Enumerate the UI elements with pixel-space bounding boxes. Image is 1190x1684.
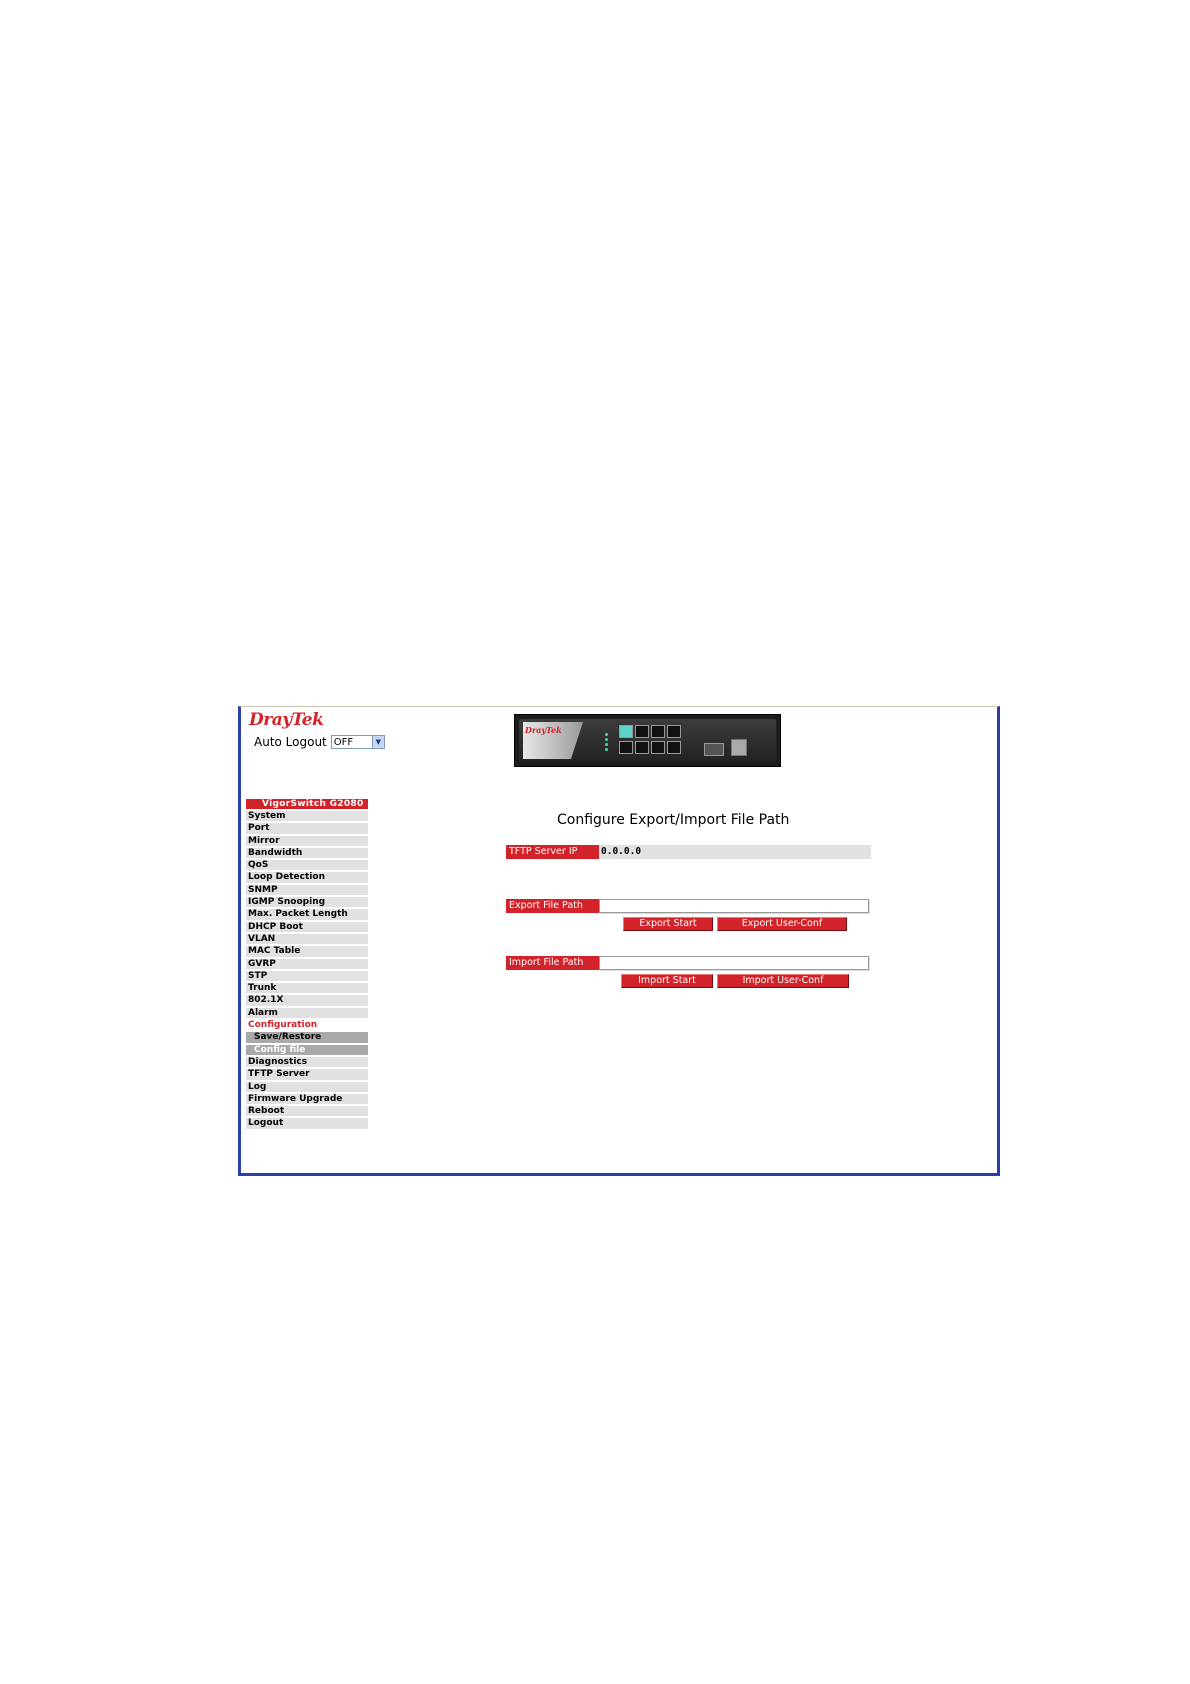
led-icon bbox=[605, 743, 608, 746]
export-file-path-input[interactable] bbox=[599, 899, 869, 913]
sidebar-item-alarm[interactable]: Alarm bbox=[246, 1007, 368, 1019]
sidebar-item-bandwidth[interactable]: Bandwidth bbox=[246, 847, 368, 859]
sidebar-item-trunk[interactable]: Trunk bbox=[246, 983, 368, 994]
export-user-conf-button[interactable]: Export User-Conf bbox=[717, 917, 847, 931]
sidebar-item-mac-table[interactable]: MAC Table bbox=[246, 946, 368, 957]
sidebar-item-snmp[interactable]: SNMP bbox=[246, 884, 368, 896]
sfp-port-icon bbox=[704, 743, 724, 756]
led-icon bbox=[605, 738, 608, 741]
import-user-conf-button[interactable]: Import User-Conf bbox=[717, 974, 849, 988]
sidebar-item-diagnostics[interactable]: Diagnostics bbox=[246, 1056, 368, 1068]
sidebar-subitem-save-restore[interactable]: Save/Restore bbox=[246, 1032, 368, 1043]
ethernet-port-icon bbox=[651, 741, 665, 754]
ethernet-port-icon bbox=[667, 741, 681, 754]
auto-logout-row: Auto Logout OFF ▼ bbox=[254, 735, 385, 749]
sidebar-title[interactable]: VigorSwitch G2080 bbox=[246, 799, 368, 809]
sidebar-item-tftp-server[interactable]: TFTP Server bbox=[246, 1069, 368, 1080]
export-start-button[interactable]: Export Start bbox=[623, 917, 713, 931]
tftp-server-ip-label: TFTP Server IP bbox=[506, 845, 599, 859]
device-brand-label: DrayTek bbox=[525, 725, 562, 735]
import-file-path-input[interactable] bbox=[599, 956, 869, 970]
sidebar-item-configuration[interactable]: Configuration bbox=[246, 1020, 368, 1031]
auto-logout-label: Auto Logout bbox=[254, 735, 327, 749]
device-face: DrayTek bbox=[519, 719, 776, 762]
sidebar-menu: VigorSwitch G2080 System Port Mirror Ban… bbox=[246, 799, 368, 1131]
sidebar-item-gvrp[interactable]: GVRP bbox=[246, 958, 368, 969]
sidebar-item-port[interactable]: Port bbox=[246, 823, 368, 834]
sidebar-item-firmware-upgrade[interactable]: Firmware Upgrade bbox=[246, 1093, 368, 1105]
sidebar-subitem-config-file[interactable]: Config file bbox=[246, 1044, 368, 1055]
browser-frame: DrayTek Auto Logout OFF ▼ DrayTek VigorS… bbox=[238, 706, 1000, 1176]
sidebar-item-igmp-snooping[interactable]: IGMP Snooping bbox=[246, 897, 368, 908]
sidebar-item-vlan[interactable]: VLAN bbox=[246, 933, 368, 945]
led-icon bbox=[605, 733, 608, 736]
draytek-logo: DrayTek bbox=[249, 710, 324, 730]
import-start-button[interactable]: Import Start bbox=[621, 974, 713, 988]
import-file-path-label: Import File Path bbox=[506, 956, 599, 970]
page-title: Configure Export/Import File Path bbox=[557, 812, 790, 828]
chevron-down-icon[interactable]: ▼ bbox=[371, 736, 384, 748]
sidebar-item-mirror[interactable]: Mirror bbox=[246, 835, 368, 846]
ethernet-port-icon bbox=[619, 741, 633, 754]
sidebar-item-log[interactable]: Log bbox=[246, 1081, 368, 1092]
sidebar-item-qos[interactable]: QoS bbox=[246, 860, 368, 871]
auto-logout-value: OFF bbox=[333, 736, 354, 748]
sidebar-item-loop-detection[interactable]: Loop Detection bbox=[246, 872, 368, 883]
sidebar-item-system[interactable]: System bbox=[246, 811, 368, 822]
status-leds bbox=[591, 733, 611, 753]
sidebar-item-stp[interactable]: STP bbox=[246, 970, 368, 982]
ethernet-port-icon bbox=[635, 725, 649, 738]
console-port-icon bbox=[731, 739, 747, 756]
sidebar-item-logout[interactable]: Logout bbox=[246, 1118, 368, 1129]
ethernet-port-icon bbox=[635, 741, 649, 754]
sidebar-item-8021x[interactable]: 802.1X bbox=[246, 995, 368, 1006]
tftp-server-ip-value: 0.0.0.0 bbox=[599, 845, 871, 859]
ethernet-ports bbox=[619, 725, 681, 754]
led-icon bbox=[605, 748, 608, 751]
ethernet-port-icon bbox=[667, 725, 681, 738]
sidebar-item-max-packet-length[interactable]: Max. Packet Length bbox=[246, 909, 368, 920]
switch-front-panel-image: DrayTek bbox=[514, 714, 781, 767]
auto-logout-select[interactable]: OFF ▼ bbox=[330, 735, 385, 749]
ethernet-port-icon bbox=[651, 725, 665, 738]
ethernet-port-icon bbox=[619, 725, 633, 738]
sidebar-item-reboot[interactable]: Reboot bbox=[246, 1106, 368, 1117]
sidebar-item-dhcp-boot[interactable]: DHCP Boot bbox=[246, 921, 368, 932]
export-file-path-label: Export File Path bbox=[506, 899, 599, 913]
